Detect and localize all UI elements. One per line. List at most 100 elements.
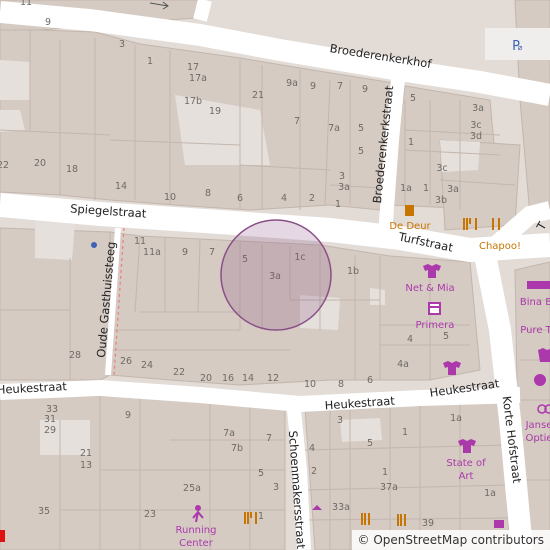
location-highlight-circle bbox=[220, 219, 332, 331]
shop-icon[interactable] bbox=[494, 520, 504, 528]
svg-text:3: 3 bbox=[273, 482, 279, 493]
svg-text:24: 24 bbox=[141, 360, 153, 371]
svg-text:4a: 4a bbox=[397, 359, 409, 370]
clothes-shop-icon[interactable] bbox=[538, 348, 550, 362]
map-svg: Broederenkerkhof Broederenkerkstraat Spi… bbox=[0, 0, 550, 550]
svg-text:12: 12 bbox=[267, 373, 279, 384]
svg-text:16: 16 bbox=[222, 373, 234, 384]
poi-state-of-art-line2[interactable]: Art bbox=[459, 471, 474, 482]
svg-text:4: 4 bbox=[407, 334, 413, 345]
svg-text:19: 19 bbox=[209, 106, 221, 117]
svg-text:20: 20 bbox=[200, 373, 212, 384]
svg-text:1b: 1b bbox=[347, 266, 359, 277]
svg-text:5: 5 bbox=[358, 123, 364, 134]
svg-text:5: 5 bbox=[367, 438, 373, 449]
svg-text:2: 2 bbox=[309, 193, 315, 204]
svg-text:3d: 3d bbox=[470, 131, 482, 142]
svg-text:7: 7 bbox=[337, 81, 343, 92]
svg-text:1a: 1a bbox=[400, 183, 412, 194]
svg-text:9: 9 bbox=[362, 84, 368, 95]
sports-shop-icon[interactable] bbox=[195, 505, 201, 511]
svg-text:1: 1 bbox=[147, 56, 153, 67]
svg-text:3: 3 bbox=[119, 39, 125, 50]
svg-text:21: 21 bbox=[252, 90, 264, 101]
svg-text:1: 1 bbox=[382, 467, 388, 478]
svg-text:29: 29 bbox=[44, 425, 56, 436]
svg-text:3a: 3a bbox=[472, 103, 484, 114]
svg-text:35: 35 bbox=[38, 506, 50, 517]
svg-text:7a: 7a bbox=[223, 428, 235, 439]
svg-text:1: 1 bbox=[423, 183, 429, 194]
cafe-icon[interactable] bbox=[405, 205, 414, 216]
svg-text:31: 31 bbox=[44, 414, 56, 425]
svg-text:1a: 1a bbox=[450, 413, 462, 424]
svg-text:9: 9 bbox=[45, 17, 51, 28]
poi-janse-line1[interactable]: Janse bbox=[525, 420, 550, 431]
svg-text:2: 2 bbox=[311, 466, 317, 477]
svg-text:10: 10 bbox=[164, 192, 176, 203]
poi-running-center-line1[interactable]: Running bbox=[176, 525, 217, 536]
svg-text:9: 9 bbox=[182, 247, 188, 258]
svg-text:6: 6 bbox=[237, 193, 243, 204]
svg-text:23: 23 bbox=[144, 509, 156, 520]
svg-text:1: 1 bbox=[408, 137, 414, 148]
bicycle-icon: ⌀ bbox=[518, 43, 523, 52]
svg-text:17a: 17a bbox=[189, 73, 207, 84]
gift-icon[interactable] bbox=[534, 374, 546, 386]
svg-text:5: 5 bbox=[410, 93, 416, 104]
poi-janse-line2[interactable]: Optie bbox=[525, 433, 550, 444]
svg-text:22: 22 bbox=[173, 367, 185, 378]
svg-text:7a: 7a bbox=[328, 123, 340, 134]
svg-text:3: 3 bbox=[339, 171, 345, 182]
svg-text:4: 4 bbox=[309, 443, 315, 454]
svg-text:11: 11 bbox=[20, 0, 32, 8]
poi-chapoo[interactable]: Chapoo! bbox=[479, 241, 521, 252]
svg-text:17: 17 bbox=[187, 62, 199, 73]
svg-text:7: 7 bbox=[266, 433, 272, 444]
poi-net-en-mia[interactable]: Net & Mia bbox=[405, 283, 454, 294]
svg-text:18: 18 bbox=[66, 164, 78, 175]
poi-de-deur[interactable]: De Deur bbox=[389, 221, 431, 232]
poi-primera[interactable]: Primera bbox=[416, 320, 455, 331]
svg-text:33a: 33a bbox=[332, 502, 350, 513]
svg-text:3b: 3b bbox=[435, 195, 447, 206]
svg-text:21: 21 bbox=[80, 448, 92, 459]
svg-text:1: 1 bbox=[258, 511, 264, 522]
svg-text:5: 5 bbox=[358, 146, 364, 157]
svg-text:39: 39 bbox=[422, 518, 434, 529]
svg-text:25a: 25a bbox=[183, 483, 201, 494]
svg-text:10: 10 bbox=[304, 379, 316, 390]
svg-text:28: 28 bbox=[69, 350, 81, 361]
attribution[interactable]: © OpenStreetMap contributors bbox=[351, 530, 550, 550]
svg-text:8: 8 bbox=[338, 379, 344, 390]
svg-text:9a: 9a bbox=[286, 78, 298, 89]
svg-text:17b: 17b bbox=[184, 96, 202, 107]
svg-text:11: 11 bbox=[134, 236, 146, 247]
poi-pure[interactable]: Pure T bbox=[520, 325, 550, 336]
svg-text:22: 22 bbox=[0, 160, 9, 171]
poi-bina[interactable]: Bina B bbox=[520, 297, 550, 308]
svg-text:5: 5 bbox=[443, 331, 449, 342]
svg-text:1a: 1a bbox=[484, 488, 496, 499]
svg-text:3c: 3c bbox=[436, 163, 447, 174]
svg-text:7: 7 bbox=[209, 247, 215, 258]
svg-text:9: 9 bbox=[310, 81, 316, 92]
svg-text:9: 9 bbox=[125, 410, 131, 421]
svg-text:1: 1 bbox=[402, 427, 408, 438]
svg-text:8: 8 bbox=[205, 188, 211, 199]
poi-state-of-art-line1[interactable]: State of bbox=[446, 458, 486, 469]
svg-text:3c: 3c bbox=[470, 120, 481, 131]
svg-text:7b: 7b bbox=[231, 443, 243, 454]
svg-text:26: 26 bbox=[120, 356, 132, 367]
map-canvas[interactable]: Broederenkerkhof Broederenkerkstraat Spi… bbox=[0, 0, 550, 550]
svg-text:6: 6 bbox=[367, 375, 373, 386]
poi-running-center-line2[interactable]: Center bbox=[179, 538, 214, 549]
svg-text:5: 5 bbox=[258, 468, 264, 479]
svg-text:3: 3 bbox=[337, 415, 343, 426]
svg-text:14: 14 bbox=[242, 373, 254, 384]
edge-marker-icon bbox=[0, 530, 5, 542]
svg-text:13: 13 bbox=[80, 460, 92, 471]
svg-text:14: 14 bbox=[115, 181, 127, 192]
info-point-icon[interactable] bbox=[91, 242, 97, 248]
svg-text:3a: 3a bbox=[447, 184, 459, 195]
